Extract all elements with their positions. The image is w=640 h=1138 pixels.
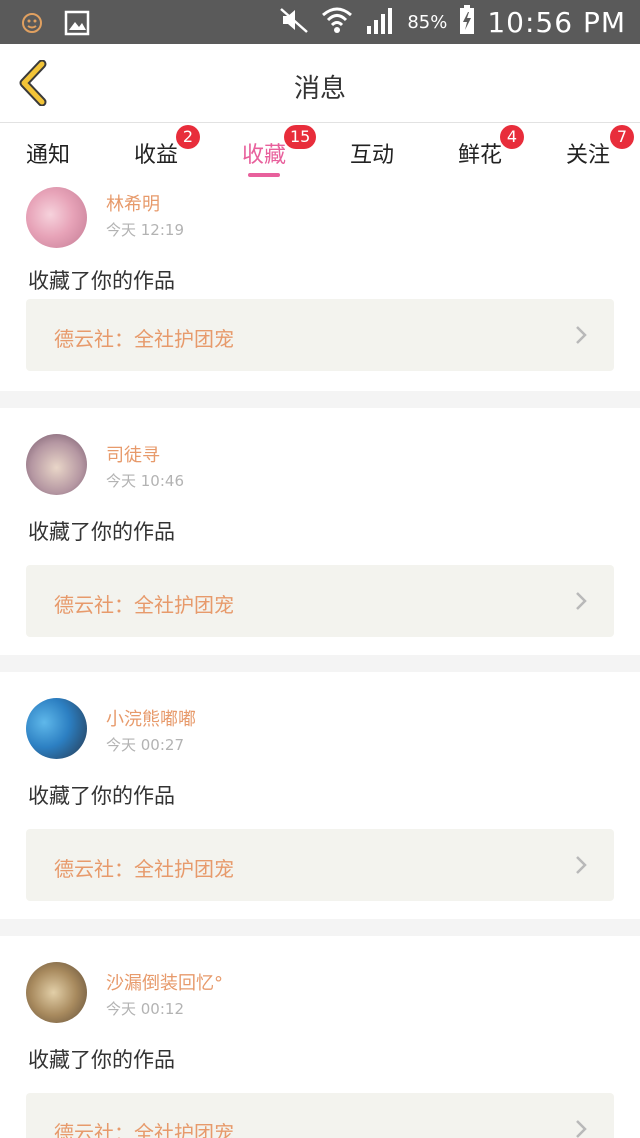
- avatar[interactable]: [26, 434, 87, 495]
- work-title: 德云社：全社护团宠: [54, 327, 234, 351]
- tab-interactions[interactable]: 互动: [350, 133, 394, 177]
- list-item: 林希明 今天 12:19 收藏了你的作品 德云社：全社护团宠: [0, 181, 640, 391]
- username[interactable]: 小浣熊嘟嘟: [106, 705, 196, 731]
- list-item: 沙漏倒装回忆° 今天 00:12 收藏了你的作品 德云社：全社护团宠: [0, 936, 640, 1138]
- tab-earnings[interactable]: 收益 2: [134, 125, 200, 177]
- battery-charging-icon: [459, 5, 475, 39]
- tab-label: 通知: [26, 143, 71, 168]
- avatar[interactable]: [26, 962, 87, 1023]
- notification-list[interactable]: 林希明 今天 12:19 收藏了你的作品 德云社：全社护团宠 司徒寻 今天 10…: [0, 181, 640, 1138]
- list-item: 司徒寻 今天 10:46 收藏了你的作品 德云社：全社护团宠: [0, 408, 640, 655]
- status-bar: 85% 10:56 PM: [0, 0, 640, 44]
- timestamp: 今天 10:46: [106, 472, 184, 490]
- signal-icon: [365, 6, 395, 38]
- clock: 10:56 PM: [487, 5, 626, 39]
- tab-notice[interactable]: 通知: [26, 133, 70, 177]
- gallery-icon: [64, 10, 90, 40]
- count-badge: 4: [500, 125, 524, 149]
- count-badge: 15: [284, 125, 317, 149]
- tab-follows[interactable]: 关注 7: [566, 125, 634, 177]
- timestamp: 今天 00:12: [106, 1000, 184, 1018]
- timestamp: 今天 12:19: [106, 221, 184, 239]
- action-text: 收藏了你的作品: [28, 1048, 175, 1072]
- page-title: 消息: [293, 74, 346, 104]
- tab-label: 鲜花: [458, 143, 503, 168]
- tab-label: 互动: [350, 143, 395, 168]
- work-title: 德云社：全社护团宠: [54, 593, 234, 617]
- timestamp: 今天 00:27: [106, 736, 184, 754]
- action-text: 收藏了你的作品: [28, 520, 175, 544]
- tab-flowers[interactable]: 鲜花 4: [458, 125, 524, 177]
- tab-label: 收益: [134, 143, 179, 168]
- wifi-icon: [321, 5, 353, 39]
- status-left-icons: [20, 10, 90, 40]
- battery-percent: 85%: [407, 11, 448, 33]
- work-link[interactable]: 德云社：全社护团宠: [26, 1093, 614, 1138]
- action-text: 收藏了你的作品: [28, 269, 175, 293]
- chevron-right-icon: [576, 592, 587, 610]
- tab-label: 收藏: [242, 143, 287, 168]
- tab-favorites[interactable]: 收藏 15: [242, 125, 317, 177]
- tab-bar: 通知 收益 2 收藏 15 互动 鲜花 4 关注 7: [0, 123, 640, 181]
- action-text: 收藏了你的作品: [28, 784, 175, 808]
- work-title: 德云社：全社护团宠: [54, 857, 234, 881]
- avatar[interactable]: [26, 187, 87, 248]
- header: 消息: [0, 44, 640, 123]
- mute-icon: [279, 6, 309, 38]
- chevron-right-icon: [576, 1120, 587, 1138]
- notification-face-icon: [20, 11, 44, 39]
- work-title: 德云社：全社护团宠: [54, 1121, 234, 1138]
- work-link[interactable]: 德云社：全社护团宠: [26, 299, 614, 371]
- tab-label: 关注: [566, 143, 611, 168]
- count-badge: 7: [610, 125, 634, 149]
- status-right-icons: 85% 10:56 PM: [279, 5, 626, 39]
- chevron-right-icon: [576, 856, 587, 874]
- chevron-right-icon: [576, 326, 587, 344]
- list-item: 小浣熊嘟嘟 今天 00:27 收藏了你的作品 德云社：全社护团宠: [0, 672, 640, 919]
- work-link[interactable]: 德云社：全社护团宠: [26, 829, 614, 901]
- username[interactable]: 沙漏倒装回忆°: [106, 969, 223, 995]
- work-link[interactable]: 德云社：全社护团宠: [26, 565, 614, 637]
- username[interactable]: 林希明: [106, 190, 160, 216]
- avatar[interactable]: [26, 698, 87, 759]
- active-tab-indicator: [248, 173, 281, 177]
- username[interactable]: 司徒寻: [106, 441, 160, 467]
- count-badge: 2: [176, 125, 200, 149]
